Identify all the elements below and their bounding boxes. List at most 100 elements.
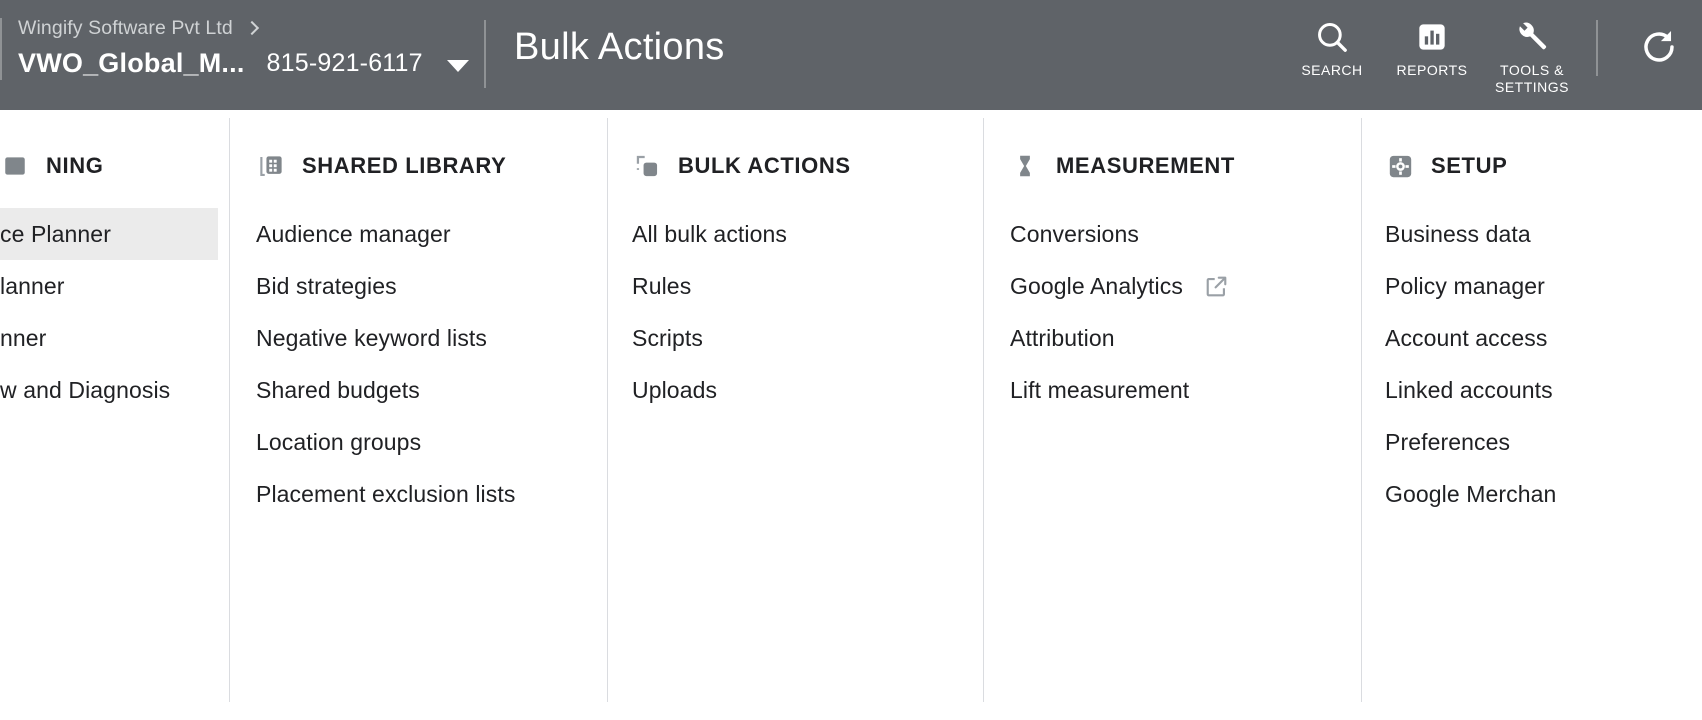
- menu-item-policy-manager[interactable]: Policy manager: [1385, 260, 1702, 312]
- column-header-planning: NING: [0, 146, 218, 186]
- menu-columns: NING ce Planner lanner nner w and Diagno…: [0, 110, 1702, 720]
- current-account-name: VWO_Global_M...: [18, 48, 245, 78]
- tools-and-settings-button-label: TOOLS & SETTINGS: [1494, 62, 1569, 95]
- menu-item-placement-exclusion-lists[interactable]: Placement exclusion lists: [256, 468, 606, 520]
- reports-bar-chart-icon: [1416, 18, 1448, 56]
- menu-item-ad-preview-and-diagnosis[interactable]: w and Diagnosis: [0, 364, 218, 416]
- menu-item-scripts[interactable]: Scripts: [632, 312, 982, 364]
- menu-item-google-analytics[interactable]: Google Analytics: [1010, 260, 1362, 312]
- menu-item-rules[interactable]: Rules: [632, 260, 982, 312]
- column-header-bulk-actions: BULK ACTIONS: [632, 146, 982, 186]
- manager-account-row[interactable]: Wingify Software Pvt Ltd: [18, 14, 469, 42]
- measurement-hourglass-icon: [1010, 151, 1040, 181]
- current-account-row[interactable]: VWO_Global_M... 815-921-6117: [18, 48, 469, 79]
- menu-item-bid-strategies[interactable]: Bid strategies: [256, 260, 606, 312]
- menu-item-label: Conversions: [1010, 220, 1139, 247]
- menu-item-performance-planner[interactable]: ce Planner: [0, 208, 218, 260]
- column-header-measurement: MEASUREMENT: [1010, 146, 1362, 186]
- menu-item-keyword-planner[interactable]: lanner: [0, 260, 218, 312]
- search-button[interactable]: SEARCH: [1282, 12, 1382, 79]
- menu-item-label: Placement exclusion lists: [256, 480, 516, 507]
- column-title-shared-library: SHARED LIBRARY: [302, 153, 507, 178]
- menu-item-label: Attribution: [1010, 324, 1115, 351]
- menu-item-label: Lift measurement: [1010, 376, 1190, 403]
- column-title-bulk-actions: BULK ACTIONS: [678, 153, 851, 178]
- menu-item-business-data[interactable]: Business data: [1385, 208, 1702, 260]
- menu-list-measurement: Conversions Google Analytics Attribution: [1010, 208, 1362, 416]
- menu-list-bulk-actions: All bulk actions Rules Scripts Uploads: [632, 208, 982, 416]
- menu-item-label: All bulk actions: [632, 220, 788, 247]
- menu-list-shared-library: Audience manager Bid strategies Negative…: [256, 208, 606, 520]
- menu-item-label: Shared budgets: [256, 376, 420, 403]
- menu-item-label: Audience manager: [256, 220, 451, 247]
- menu-item-lift-measurement[interactable]: Lift measurement: [1010, 364, 1362, 416]
- menu-column-shared-library: SHARED LIBRARY Audience manager Bid stra…: [256, 110, 606, 702]
- header-actions-divider: [1596, 20, 1598, 76]
- menu-item-label: Negative keyword lists: [256, 324, 488, 351]
- account-id: 815-921-6117: [266, 49, 423, 77]
- menu-item-location-groups[interactable]: Location groups: [256, 416, 606, 468]
- menu-item-conversions[interactable]: Conversions: [1010, 208, 1362, 260]
- tools-and-settings-button[interactable]: TOOLS & SETTINGS: [1482, 12, 1582, 96]
- menu-item-label: Business data: [1385, 220, 1531, 247]
- menu-item-reach-planner[interactable]: nner: [0, 312, 218, 364]
- title-divider: [484, 20, 486, 88]
- account-text-group: Wingify Software Pvt Ltd VWO_Global_M...…: [18, 14, 469, 79]
- menu-item-audience-manager[interactable]: Audience manager: [256, 208, 606, 260]
- column-title-measurement: MEASUREMENT: [1056, 153, 1235, 178]
- menu-item-label: Account access: [1385, 324, 1548, 351]
- menu-list-planning: ce Planner lanner nner w and Diagnosis: [0, 208, 218, 416]
- chevron-right-icon: [245, 21, 259, 35]
- menu-item-shared-budgets[interactable]: Shared budgets: [256, 364, 606, 416]
- reports-button-label: REPORTS: [1396, 62, 1468, 78]
- top-header-bar: Wingify Software Pvt Ltd VWO_Global_M...…: [0, 0, 1702, 110]
- column-divider-1: [229, 118, 230, 702]
- page-title: Bulk Actions: [514, 26, 725, 68]
- column-divider-3: [983, 118, 984, 702]
- column-header-setup: SETUP: [1385, 146, 1702, 186]
- bulk-actions-icon: [632, 151, 662, 181]
- menu-column-planning: NING ce Planner lanner nner w and Diagno…: [0, 110, 218, 702]
- menu-item-label: Uploads: [632, 376, 718, 403]
- wrench-icon: [1515, 18, 1549, 56]
- menu-item-label: Preferences: [1385, 428, 1511, 455]
- menu-item-uploads[interactable]: Uploads: [632, 364, 982, 416]
- menu-list-setup: Business data Policy manager Account acc…: [1385, 208, 1702, 520]
- menu-item-negative-keyword-lists[interactable]: Negative keyword lists: [256, 312, 606, 364]
- header-actions-group: SEARCH REPORTS TOOLS & SETTINGS: [1282, 12, 1702, 98]
- tools-and-settings-menu-panel: NING ce Planner lanner nner w and Diagno…: [0, 110, 1702, 720]
- menu-item-preferences[interactable]: Preferences: [1385, 416, 1702, 468]
- menu-item-label: Linked accounts: [1385, 376, 1553, 403]
- refresh-icon: [1640, 28, 1678, 71]
- menu-item-label: Rules: [632, 272, 692, 299]
- reports-button[interactable]: REPORTS: [1382, 12, 1482, 79]
- menu-item-label: nner: [0, 324, 47, 351]
- menu-item-all-bulk-actions[interactable]: All bulk actions: [632, 208, 982, 260]
- menu-item-label: Scripts: [632, 324, 703, 351]
- search-icon: [1315, 18, 1349, 56]
- setup-gear-icon: [1385, 151, 1415, 181]
- menu-item-label: Google Merchan: [1385, 480, 1557, 507]
- column-header-shared-library: SHARED LIBRARY: [256, 146, 606, 186]
- header-left-rule: [0, 18, 2, 80]
- menu-item-linked-accounts[interactable]: Linked accounts: [1385, 364, 1702, 416]
- menu-item-attribution[interactable]: Attribution: [1010, 312, 1362, 364]
- menu-item-label: Policy manager: [1385, 272, 1545, 299]
- menu-item-label: Google Analytics: [1010, 272, 1183, 299]
- column-divider-2: [607, 118, 608, 702]
- column-title-setup: SETUP: [1431, 153, 1508, 178]
- menu-item-google-merchant-center[interactable]: Google Merchan: [1385, 468, 1702, 520]
- manager-account-name: Wingify Software Pvt Ltd: [18, 16, 233, 39]
- menu-item-label: Location groups: [256, 428, 422, 455]
- refresh-button[interactable]: [1616, 18, 1702, 80]
- menu-item-label: Bid strategies: [256, 272, 397, 299]
- menu-column-setup: SETUP Business data Policy manager Accou…: [1385, 110, 1702, 702]
- search-button-label: SEARCH: [1301, 62, 1363, 78]
- menu-item-account-access[interactable]: Account access: [1385, 312, 1702, 364]
- column-title-planning: NING: [46, 153, 104, 178]
- menu-item-label: w and Diagnosis: [0, 376, 171, 403]
- caret-down-icon[interactable]: [446, 59, 469, 72]
- menu-column-measurement: MEASUREMENT Conversions Google Analytics: [1010, 110, 1362, 702]
- account-selector[interactable]: Wingify Software Pvt Ltd VWO_Global_M...…: [0, 14, 469, 80]
- menu-column-bulk-actions: BULK ACTIONS All bulk actions Rules Scri…: [632, 110, 982, 702]
